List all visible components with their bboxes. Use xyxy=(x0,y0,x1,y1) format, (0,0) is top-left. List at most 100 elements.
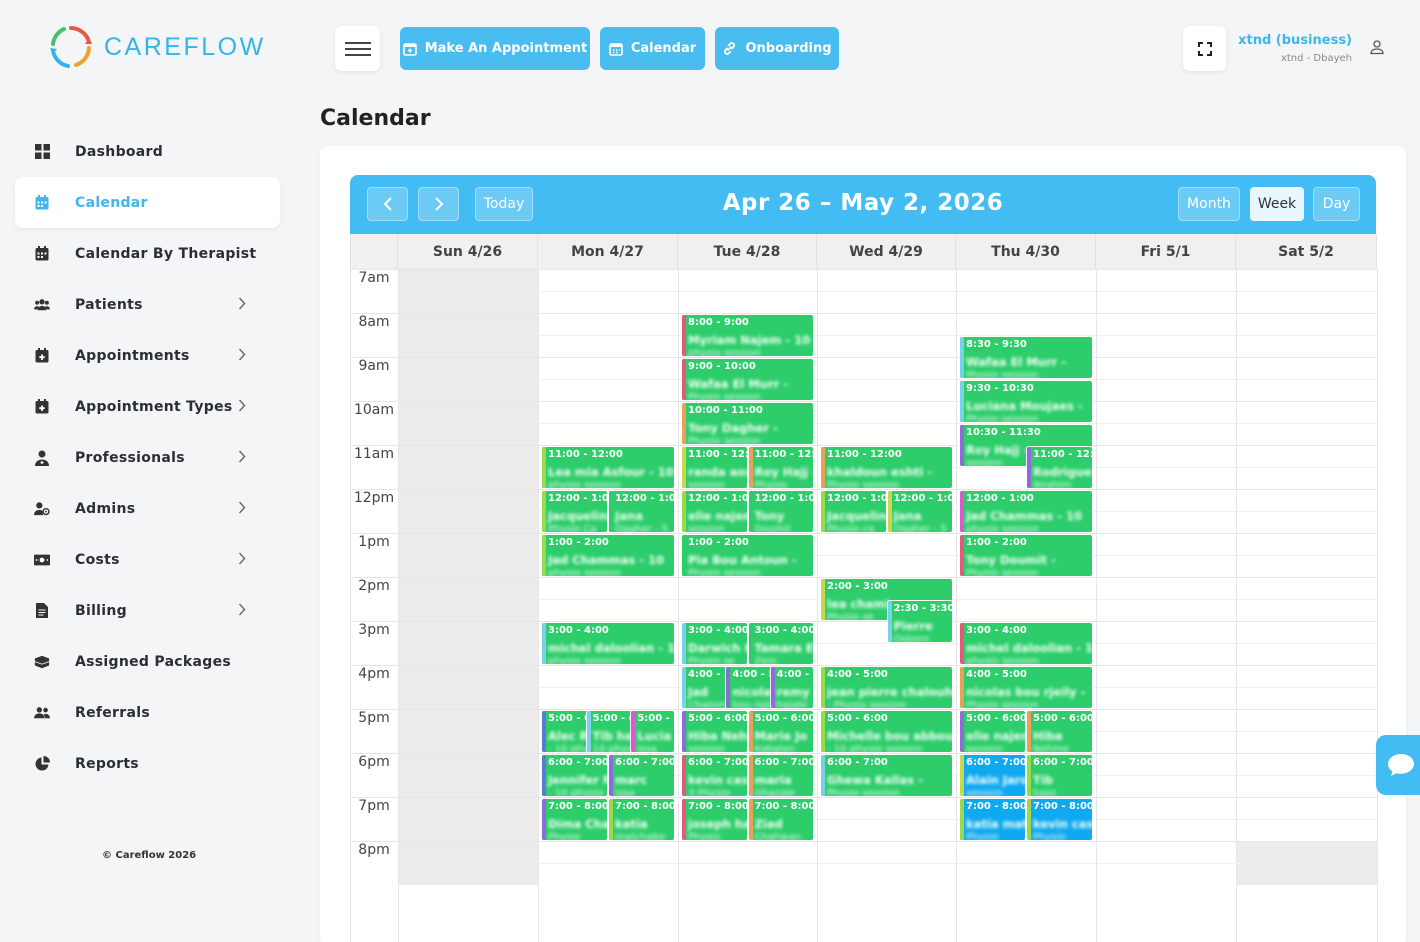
calendar-event[interactable]: 4:00 - 5:00 JadChammas xyxy=(681,666,730,709)
event-time: 11:00 - 12:00 xyxy=(548,449,623,460)
sidebar-item-label: Billing xyxy=(75,602,127,619)
calendar-event[interactable]: 4:00 - 5:00 jean pierre chalouhi - Physio … xyxy=(820,666,953,709)
calendar-event[interactable]: 5:00 - 6:00 LuciaIssa xyxy=(630,710,675,753)
calendar-event[interactable]: 2:30 - 3:30 Pierre Osborn xyxy=(886,600,953,643)
calendar-event[interactable]: 7:00 - 8:00 Ziad Chahwan xyxy=(747,798,814,841)
event-color-stripe xyxy=(542,447,546,488)
calendar-event[interactable]: 5:00 - 6:00 Marie Jo Kabalan xyxy=(747,710,814,753)
calendar-event[interactable]: 6:00 - 7:00 Ghewa Kallas - Physio session xyxy=(820,754,953,797)
calendar-event[interactable]: 12:00 - 1:00 TonyDoumit xyxy=(747,490,814,533)
sidebar-item-dashboard[interactable]: Dashboard xyxy=(15,126,280,177)
calendar-event[interactable]: 4:00 - 5:00 nicolasbou rjeily xyxy=(725,666,774,709)
day-header[interactable]: Fri 5/1 xyxy=(1096,234,1236,269)
onboarding-button[interactable]: Onboarding xyxy=(715,27,839,70)
calendar-event[interactable]: 8:00 - 9:00 Myriam Najem - 10 physio sessi… xyxy=(681,314,814,357)
day-view-button[interactable]: Day xyxy=(1313,187,1360,221)
calendar-event[interactable]: 7:00 - 8:00 katia matchabe xyxy=(608,798,675,841)
sidebar-item-referrals[interactable]: Referrals xyxy=(15,687,280,738)
day-header[interactable]: Mon 4/27 xyxy=(538,234,678,269)
sidebar-item-appointments[interactable]: Appointments xyxy=(15,330,280,381)
event-detail: physio session xyxy=(966,524,1039,533)
calendar-event[interactable]: 7:00 - 8:00 Dima ChartouniPhysio xyxy=(541,798,608,841)
calendar-event[interactable]: 10:00 - 11:00 Tony Dagher - Physio session xyxy=(681,402,814,445)
calendar-event[interactable]: 11:00 - 12:00 randa aounsession xyxy=(681,446,748,489)
sidebar-item-patients[interactable]: Patients xyxy=(15,279,280,330)
sidebar-item-admins[interactable]: Admins xyxy=(15,483,280,534)
calendar-event[interactable]: 12:00 - 1:00 JacquelinePhysio ca xyxy=(820,490,887,533)
calendar-event[interactable]: 6:00 - 7:00 Alain Jaroudisession xyxy=(959,754,1026,797)
event-patient-name: elie najem xyxy=(966,729,1025,743)
calendar-event[interactable]: 4:00 - 5:00 remyhalabi xyxy=(769,666,814,709)
calendar-event[interactable]: 7:00 - 8:00 katia matchabePhysio xyxy=(959,798,1026,841)
make-appointment-button[interactable]: Make An Appointment xyxy=(400,27,590,70)
user-name[interactable]: xtnd (business) xyxy=(1238,33,1352,48)
sidebar-item-label: Appointments xyxy=(75,347,190,364)
month-view-button[interactable]: Month xyxy=(1178,187,1240,221)
sidebar-item-calendar[interactable]: Calendar xyxy=(15,177,280,228)
sidebar-item-professionals[interactable]: Professionals xyxy=(15,432,280,483)
calendar-top-button[interactable]: Calendar xyxy=(600,27,705,70)
sidebar-item-assigned-packages[interactable]: Assigned Packages xyxy=(15,636,280,687)
day-header[interactable]: Thu 4/30 xyxy=(956,234,1096,269)
calendar-event[interactable]: 12:00 - 1:00 JacquelinePhysio Ca xyxy=(541,490,608,533)
chat-bubble-icon xyxy=(1388,754,1414,776)
day-header[interactable]: Sun 4/26 xyxy=(398,234,538,269)
event-color-stripe xyxy=(631,711,636,752)
calendar-event[interactable]: 9:30 - 10:30 Luciana Moujaes - Physio sess… xyxy=(959,380,1093,423)
user-profile-button[interactable] xyxy=(1369,39,1385,59)
chat-button[interactable] xyxy=(1376,735,1420,795)
day-header[interactable]: Wed 4/29 xyxy=(817,234,956,269)
calendar-event[interactable]: 3:00 - 4:00 Darwich KhPhysio se xyxy=(681,622,748,665)
event-color-stripe xyxy=(1027,799,1031,840)
hour-label: 10am xyxy=(353,402,395,418)
calendar-event[interactable]: 11:00 - 12:00 RodrigueIbrahim xyxy=(1026,446,1093,489)
event-color-stripe xyxy=(960,425,964,466)
event-color-stripe xyxy=(960,799,964,840)
sidebar-item-reports[interactable]: Reports xyxy=(15,738,280,789)
calendar-event[interactable]: 1:00 - 2:00 Tony Doumit - Physio session xyxy=(959,534,1093,577)
calendar-event[interactable]: 5:00 - 6:00 elie najemsession xyxy=(959,710,1026,753)
sidebar-item-billing[interactable]: Billing xyxy=(15,585,280,636)
calendar-event[interactable]: 12:00 - 1:00 JanaDagher - 5 xyxy=(608,490,675,533)
day-header[interactable]: Tue 4/28 xyxy=(678,234,817,269)
calendar-event[interactable]: 8:30 - 9:30 Wafaa El Murr - Physio session xyxy=(959,336,1093,379)
calendar-event[interactable]: 6:00 - 7:00 Jennifer M- 10 physio xyxy=(541,754,608,797)
calendar-event[interactable]: 12:00 - 1:00 elie najemsession xyxy=(681,490,748,533)
sidebar-item-costs[interactable]: Costs xyxy=(15,534,280,585)
calendar-event[interactable]: 3:00 - 4:00 michel daloolian - 10 physio s… xyxy=(541,622,675,665)
event-color-stripe xyxy=(748,711,753,752)
calendar-event[interactable]: 7:00 - 8:00 joseph hajjPhysio xyxy=(681,798,748,841)
calendar-event[interactable]: 6:00 - 7:00 marc Issa xyxy=(608,754,675,797)
sidebar-item-label: Appointment Types xyxy=(75,398,233,415)
hour-gridline xyxy=(351,841,1377,842)
sidebar-item-appointment-types[interactable]: Appointment Types xyxy=(15,381,280,432)
calendar-event[interactable]: 5:00 - 6:00 Hiba Nehme xyxy=(1026,710,1093,753)
calendar-event[interactable]: 5:00 - 6:00 Michelle bou abboud - 10 physi… xyxy=(820,710,953,753)
event-color-stripe xyxy=(682,799,686,840)
calendar-event[interactable]: 6:00 - 7:00 kevin cas 3 Physio xyxy=(681,754,748,797)
calendar-event[interactable]: 12:00 - 1:00 Jad Chammas - 10 physio sessi… xyxy=(959,490,1093,533)
brand-logo[interactable]: CAREFLOW xyxy=(48,24,266,70)
calendar-event[interactable]: 5:00 - 6:00 Tib hazz10 physio xyxy=(585,710,635,753)
calendar-event[interactable]: 4:00 - 5:00 nicolas bou rjeily - Physio se… xyxy=(959,666,1093,709)
calendar-event[interactable]: 3:00 - 4:00 michel daloolian - 10 physio s… xyxy=(959,622,1093,665)
calendar-event[interactable]: 6:00 - 7:00 maria Ghazale xyxy=(747,754,814,797)
calendar-event[interactable]: 1:00 - 2:00 Pia Bou Antoun - Physio sessio… xyxy=(681,534,814,577)
calendar-event[interactable]: 7:00 - 8:00 kevin cas Physio xyxy=(1026,798,1093,841)
calendar-event[interactable]: 5:00 - 6:00 Alec Rizk- 10 physio xyxy=(541,710,590,753)
calendar-event[interactable]: 6:00 - 7:00 Tib hazz xyxy=(1026,754,1093,797)
calendar-event[interactable]: 11:00 - 12:00 Roy Hajj -Physio xyxy=(747,446,814,489)
calendar-event[interactable]: 5:00 - 6:00 Hiba Nehmesession xyxy=(681,710,748,753)
sidebar-item-calendar-by-therapist[interactable]: Calendar By Therapist xyxy=(15,228,280,279)
week-view-button[interactable]: Week xyxy=(1250,187,1304,221)
calendar-event[interactable]: 9:00 - 10:00 Wafaa El Murr - Physio sessio… xyxy=(681,358,814,401)
calendar-event[interactable]: 3:00 - 4:00 Tamara El Zein xyxy=(747,622,814,665)
menu-toggle-button[interactable] xyxy=(335,26,380,71)
day-header[interactable]: Sat 5/2 xyxy=(1236,234,1377,269)
calendar-event[interactable]: 1:00 - 2:00 Jad Chammas - 10 physio sessio… xyxy=(541,534,675,577)
calendar-event[interactable]: 12:00 - 1:00 JanaDagher - 5 xyxy=(886,490,953,533)
event-time: 2:30 - 3:30 xyxy=(893,603,953,614)
calendar-event[interactable]: 11:00 - 12:00 khaldoun eshti - Physio sess… xyxy=(820,446,953,489)
fullscreen-button[interactable] xyxy=(1183,26,1226,71)
calendar-event[interactable]: 11:00 - 12:00 Lea mia Asfour - 10 physio s… xyxy=(541,446,675,489)
